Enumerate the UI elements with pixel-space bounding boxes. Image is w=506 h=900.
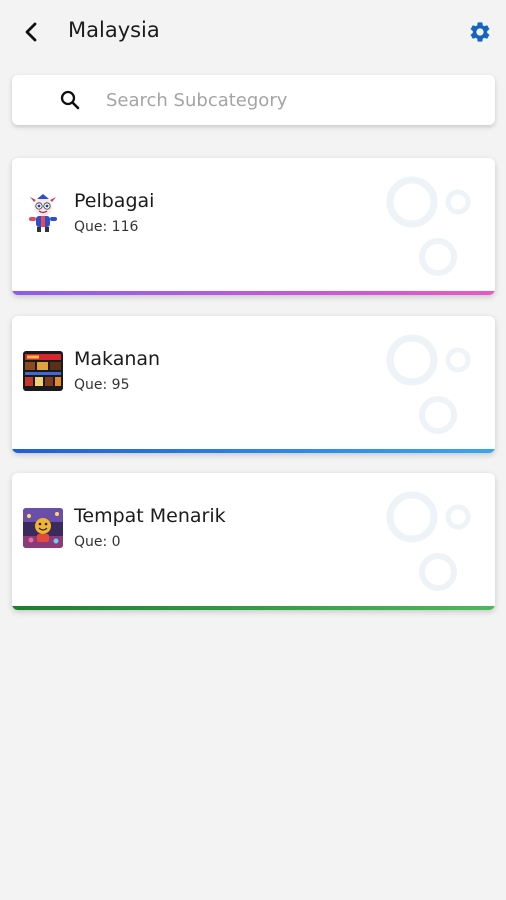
page-title: Malaysia bbox=[68, 18, 160, 42]
card-accent-bar bbox=[12, 606, 495, 610]
attraction-thumbnail bbox=[23, 508, 63, 548]
subcategory-card-tempat-menarik[interactable]: Tempat Menarik Que: 0 bbox=[12, 473, 495, 610]
app-bar: Malaysia bbox=[0, 0, 506, 64]
back-arrow-icon bbox=[25, 22, 37, 42]
subcategory-card-makanan[interactable]: Makanan Que: 95 bbox=[12, 316, 495, 453]
subcategory-name: Makanan bbox=[74, 348, 161, 370]
food-menu-thumbnail bbox=[23, 351, 63, 391]
search-input[interactable] bbox=[106, 75, 486, 125]
question-count: Que: 95 bbox=[74, 377, 130, 393]
question-count: Que: 116 bbox=[74, 219, 139, 235]
subcategory-name: Pelbagai bbox=[74, 190, 155, 212]
back-button[interactable] bbox=[14, 16, 50, 48]
gear-icon bbox=[470, 22, 490, 42]
search-icon[interactable] bbox=[58, 88, 82, 112]
card-accent-bar bbox=[12, 449, 495, 453]
subcategory-card-pelbagai[interactable]: Pelbagai Que: 116 bbox=[12, 158, 495, 295]
settings-button[interactable] bbox=[464, 16, 496, 48]
card-accent-bar bbox=[12, 291, 495, 295]
bubble-decoration-icon bbox=[386, 491, 471, 591]
cartoon-mascot-thumbnail bbox=[23, 193, 63, 233]
bubble-decoration-icon bbox=[386, 176, 471, 276]
subcategory-name: Tempat Menarik bbox=[74, 505, 226, 527]
bubble-decoration-icon bbox=[386, 334, 471, 434]
question-count: Que: 0 bbox=[74, 534, 121, 550]
search-bar bbox=[12, 75, 495, 125]
